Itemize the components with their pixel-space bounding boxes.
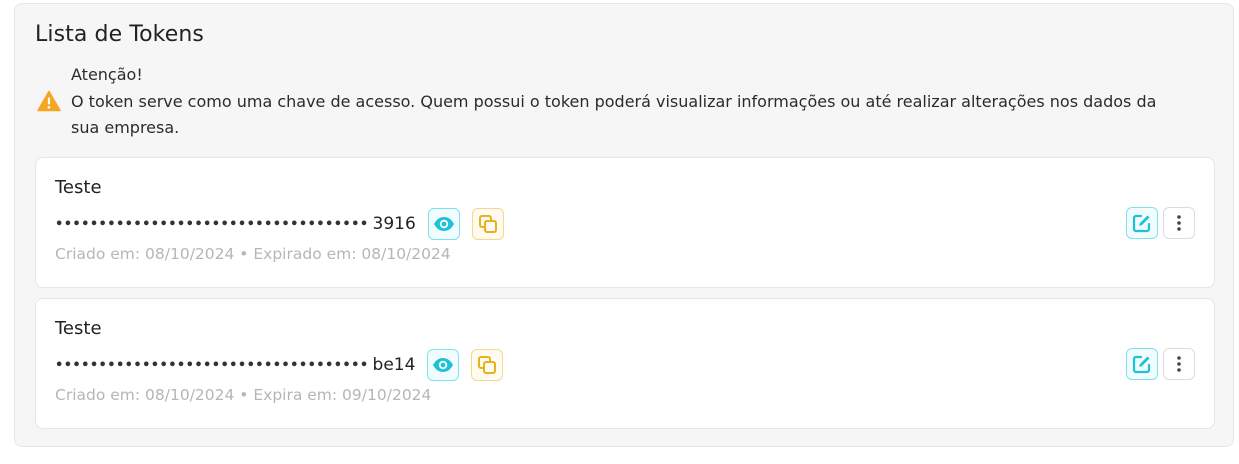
token-suffix: 3916 <box>372 214 416 234</box>
warning-heading: Atenção! <box>71 65 143 84</box>
warning-triangle-icon <box>37 90 61 112</box>
token-suffix: be14 <box>372 355 416 375</box>
eye-icon <box>433 217 454 231</box>
token-actions <box>1121 207 1195 239</box>
token-mask: •••••••••••••••••••••••••••••••••••• <box>55 216 369 232</box>
token-name: Teste <box>55 318 102 339</box>
kebab-menu-icon <box>1177 356 1181 372</box>
copy-token-button[interactable] <box>471 349 504 381</box>
page-title: Lista de Tokens <box>35 22 204 47</box>
copy-icon <box>478 215 497 233</box>
copy-icon <box>478 356 497 374</box>
token-list-panel: Lista de Tokens Atenção! O token serve c… <box>14 3 1234 447</box>
token-card: Teste ••••••••••••••••••••••••••••••••••… <box>35 157 1215 288</box>
edit-token-button[interactable] <box>1126 348 1158 380</box>
token-dates: Criado em: 08/10/2024 • Expira em: 09/10… <box>55 386 432 404</box>
token-name: Teste <box>55 177 102 198</box>
view-token-button[interactable] <box>427 349 460 381</box>
token-dates: Criado em: 08/10/2024 • Expirado em: 08/… <box>55 245 451 263</box>
token-mask: •••••••••••••••••••••••••••••••••••• <box>55 357 369 373</box>
token-actions <box>1121 348 1195 380</box>
more-options-button[interactable] <box>1163 348 1195 380</box>
token-card: Teste ••••••••••••••••••••••••••••••••••… <box>35 298 1215 429</box>
eye-icon <box>433 358 454 372</box>
warning-message: O token serve como uma chave de acesso. … <box>71 91 1157 138</box>
edit-icon <box>1132 214 1151 233</box>
kebab-menu-icon <box>1177 215 1181 231</box>
copy-token-button[interactable] <box>471 208 504 240</box>
view-token-button[interactable] <box>427 208 460 240</box>
warning-text: Atenção! O token serve como uma chave de… <box>71 62 1181 142</box>
token-value-row: •••••••••••••••••••••••••••••••••••• be1… <box>55 348 515 382</box>
edit-icon <box>1132 355 1151 374</box>
token-value-row: •••••••••••••••••••••••••••••••••••• 391… <box>55 207 516 241</box>
edit-token-button[interactable] <box>1126 207 1158 239</box>
more-options-button[interactable] <box>1163 207 1195 239</box>
